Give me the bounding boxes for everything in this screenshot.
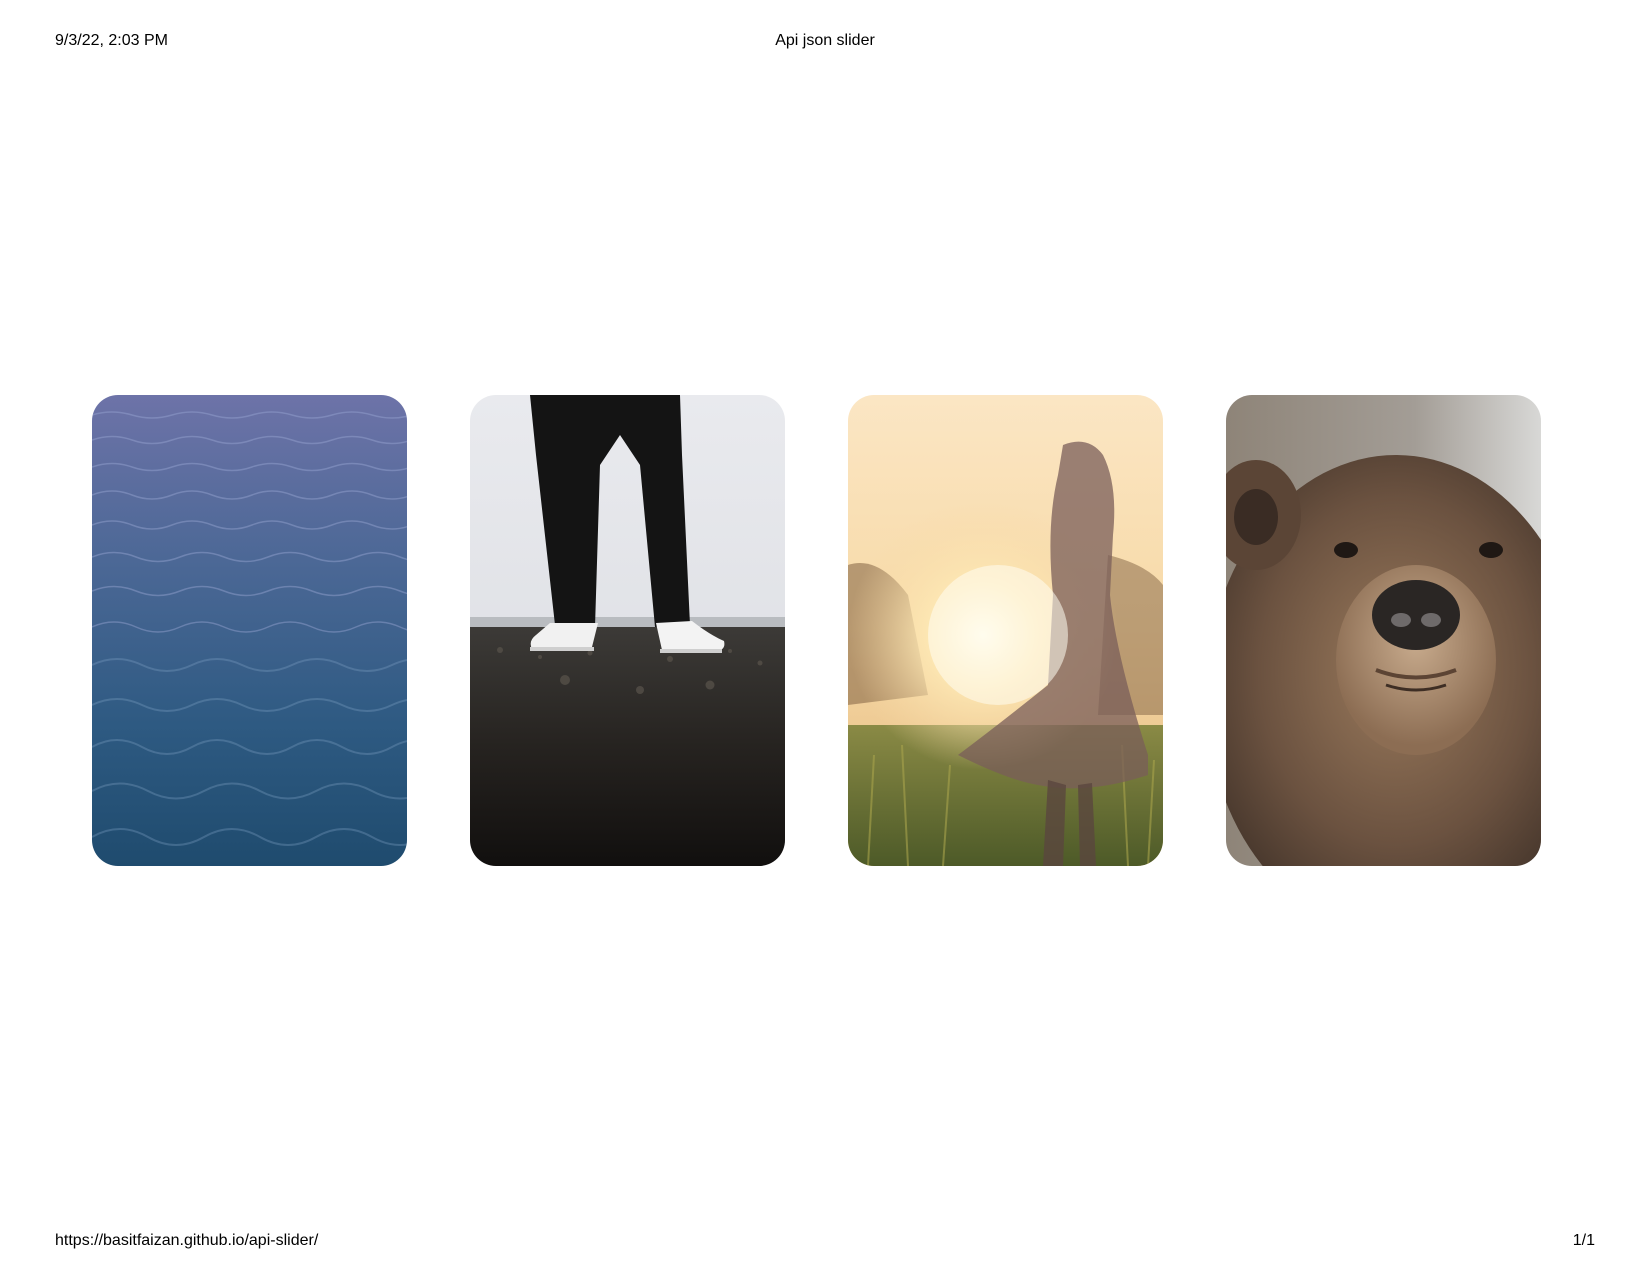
- ocean-water-photo: [92, 395, 407, 866]
- image-slider[interactable]: [92, 395, 1541, 866]
- page-url: https://basitfaizan.github.io/api-slider…: [55, 1232, 319, 1249]
- slide-card-legs[interactable]: [470, 395, 785, 866]
- slide-card-bear[interactable]: [1226, 395, 1541, 866]
- page-number: 1/1: [1572, 1232, 1595, 1249]
- bear-face-photo: [1226, 395, 1541, 866]
- slide-card-ocean[interactable]: [92, 395, 407, 866]
- page-title: Api json slider: [775, 32, 875, 49]
- slide-card-sunset[interactable]: [848, 395, 1163, 866]
- sunset-girl-photo: [848, 395, 1163, 866]
- legs-sneakers-photo: [470, 395, 785, 866]
